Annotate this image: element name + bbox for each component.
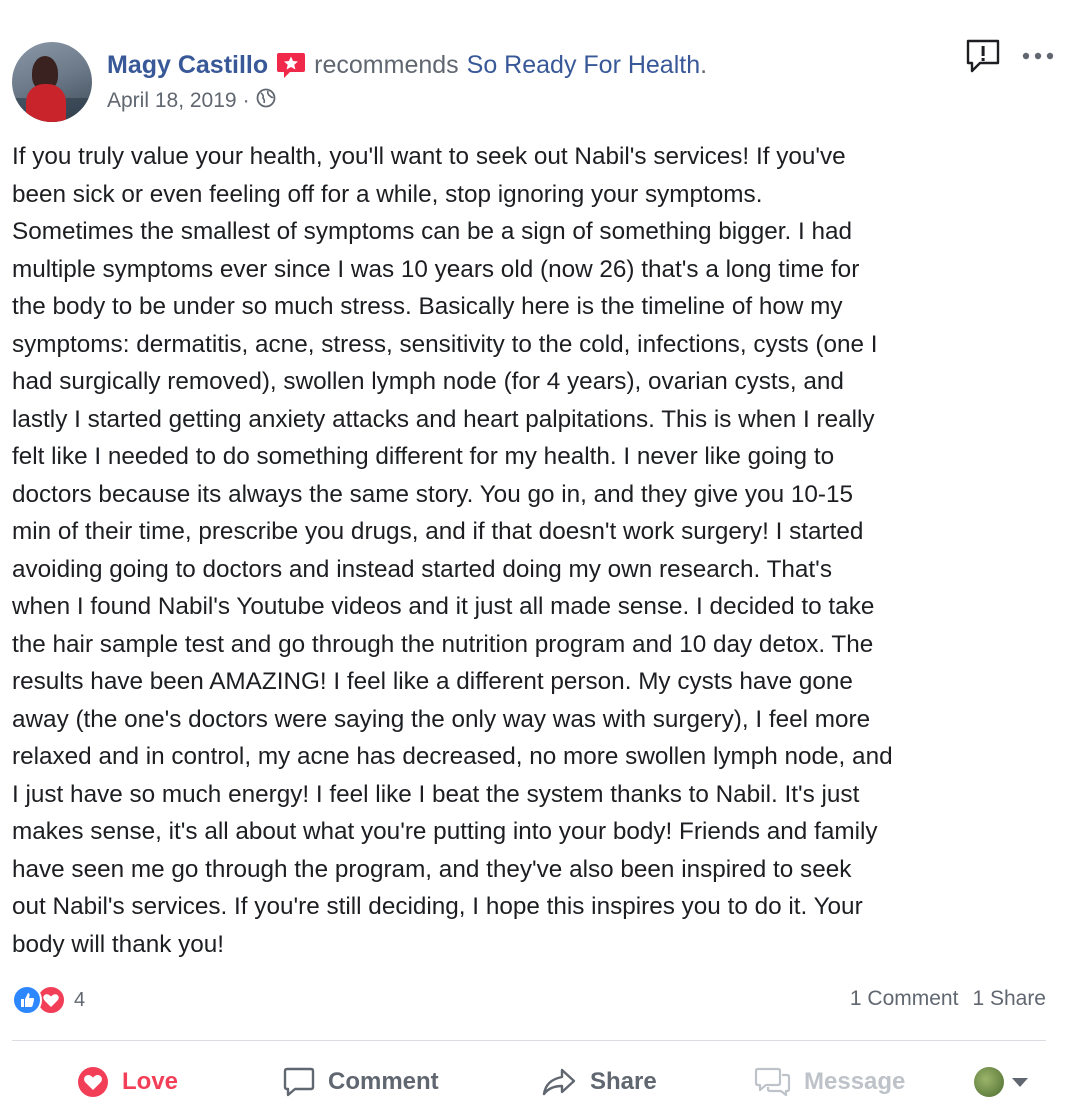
comment-count-link[interactable]: 1 Comment [850, 987, 959, 1011]
post-text-line: away (the one's doctors were saying the … [12, 705, 871, 733]
post-body-text: If you truly value your health, you'll w… [12, 138, 1058, 963]
post-text-line: lastly I started getting anxiety attacks… [12, 405, 875, 433]
post-text-line: makes sense, it's all about what you're … [12, 818, 878, 845]
post-header: Magy Castillo recommends So Ready For He… [107, 48, 707, 82]
post-text-line: relaxed and in control, my acne has decr… [12, 743, 893, 770]
report-icon[interactable] [964, 38, 1002, 76]
page-name-link[interactable]: So Ready For Health [467, 51, 700, 80]
action-bar-divider [12, 1040, 1046, 1041]
engagement-counts: 1 Comment 1 Share [850, 987, 1046, 1011]
post-text-line: doctors because its always the same stor… [12, 480, 853, 508]
post-text-line: been sick or even feeling off for a whil… [12, 180, 763, 208]
share-button-label: Share [590, 1068, 657, 1095]
reaction-count: 4 [74, 988, 86, 1011]
post-meta: April 18, 2019 · [107, 88, 276, 114]
post-text-line: results have been AMAZING! I feel like a… [12, 668, 853, 695]
message-button[interactable]: Message [754, 1062, 905, 1102]
love-button[interactable]: Love [76, 1062, 178, 1102]
post-text-line: the hair sample test and go through the … [12, 630, 874, 658]
like-reaction-icon [12, 985, 42, 1015]
post-text-line: out Nabil's services. If you're still de… [12, 893, 863, 920]
audience-selector[interactable] [974, 1067, 1028, 1097]
more-options-icon[interactable] [1018, 46, 1058, 66]
message-icon [754, 1067, 791, 1097]
post-text-line: had surgically removed), swollen lymph n… [12, 368, 844, 395]
post-text-line: avoiding going to doctors and instead st… [12, 555, 832, 583]
comment-button-label: Comment [328, 1068, 439, 1095]
header-period: . [700, 50, 708, 79]
post-text-line: multiple symptoms ever since I was 10 ye… [12, 255, 860, 283]
page-avatar [974, 1067, 1004, 1097]
post-text-line: min of their time, prescribe you drugs, … [12, 518, 864, 545]
comment-icon [283, 1067, 315, 1097]
post-text-line: Sometimes the smallest of symptoms can b… [12, 218, 853, 245]
post-text-line: If you truly value your health, you'll w… [12, 143, 846, 170]
chevron-down-icon [1012, 1077, 1028, 1087]
share-icon [542, 1068, 576, 1096]
comment-button[interactable]: Comment [282, 1062, 439, 1102]
post-text-line: when I found Nabil's Youtube videos and … [12, 593, 875, 620]
share-count-link[interactable]: 1 Share [972, 987, 1046, 1011]
post-card: Magy Castillo recommends So Ready For He… [0, 0, 1067, 1117]
post-date-link[interactable]: April 18, 2019 [107, 89, 237, 113]
post-text-line: I just have so much energy! I feel like … [12, 780, 860, 808]
meta-separator: · [242, 89, 250, 112]
globe-icon[interactable] [256, 88, 276, 114]
author-name-link[interactable]: Magy Castillo [107, 51, 268, 80]
author-avatar[interactable] [12, 42, 92, 122]
share-button[interactable]: Share [540, 1062, 657, 1102]
avatar-figure-body [26, 84, 66, 122]
post-text-line: the body to be under so much stress. Bas… [12, 293, 843, 320]
message-button-label: Message [804, 1068, 906, 1095]
recommendation-badge-icon [276, 51, 306, 79]
post-text-line: have seen me go through the program, and… [12, 855, 852, 883]
love-icon [78, 1067, 108, 1097]
reaction-summary[interactable]: 4 [12, 985, 85, 1015]
love-button-label: Love [122, 1068, 179, 1095]
post-text-line: symptoms: dermatitis, acne, stress, sens… [12, 330, 878, 358]
post-text-line: felt like I needed to do something diffe… [12, 443, 835, 470]
post-text-line: body will thank you! [12, 930, 225, 958]
recommends-text: recommends [314, 50, 459, 79]
